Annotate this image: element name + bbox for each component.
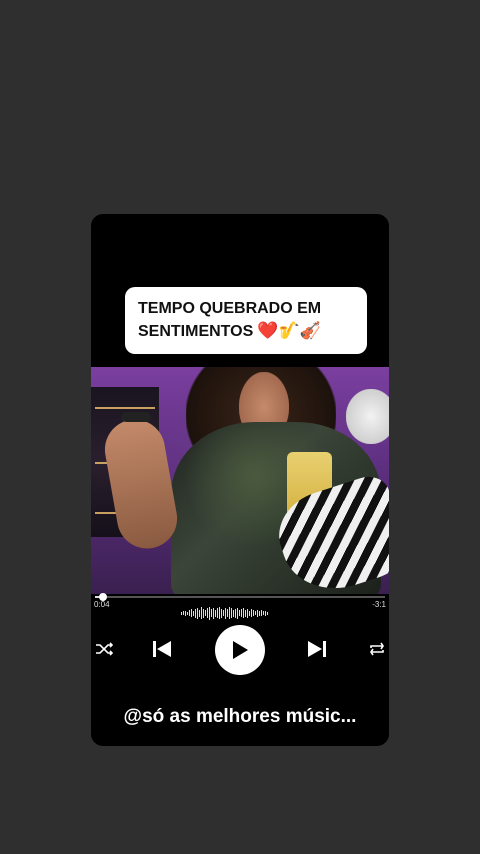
waveform-bar bbox=[237, 607, 238, 619]
waveform-bar bbox=[219, 607, 220, 619]
player-controls bbox=[91, 624, 389, 675]
waveform-bar bbox=[243, 608, 244, 618]
shuffle-icon[interactable] bbox=[94, 639, 114, 659]
waveform-bar bbox=[229, 607, 230, 619]
waveform-bar bbox=[235, 608, 236, 618]
waveform-bar bbox=[181, 611, 182, 615]
waveform-bar bbox=[187, 611, 188, 615]
waveform-bar bbox=[189, 610, 190, 616]
progress-bar[interactable] bbox=[95, 593, 385, 601]
waveform-bar bbox=[193, 610, 194, 616]
waveform-bar bbox=[215, 609, 216, 617]
waveform-bar bbox=[207, 608, 208, 618]
waveform-bar bbox=[263, 611, 264, 615]
waveform-bar bbox=[239, 610, 240, 616]
waveform-bar bbox=[221, 608, 222, 618]
waveform-bar bbox=[191, 609, 192, 617]
video-thumbnail[interactable] bbox=[91, 367, 389, 594]
waveform-bar bbox=[211, 609, 212, 617]
waveform-bar bbox=[253, 610, 254, 616]
play-icon[interactable] bbox=[215, 625, 265, 675]
repeat-icon[interactable] bbox=[367, 639, 387, 659]
caption-line-1: TEMPO QUEBRADO EM bbox=[138, 300, 322, 317]
waveform-bar bbox=[227, 609, 228, 617]
waveform-bar bbox=[197, 607, 198, 619]
waveform-bar bbox=[217, 608, 218, 618]
waveform-bar bbox=[265, 610, 266, 616]
waveform-bar bbox=[249, 610, 250, 616]
waveform-bar bbox=[203, 608, 204, 618]
next-icon[interactable] bbox=[306, 638, 328, 660]
waveform-bar bbox=[241, 609, 242, 617]
waveform-bar bbox=[213, 607, 214, 619]
waveform-bar bbox=[199, 609, 200, 617]
waveform-bar bbox=[261, 610, 262, 616]
waveform-bar bbox=[209, 606, 210, 620]
waveform-bar bbox=[205, 610, 206, 616]
previous-icon[interactable] bbox=[151, 638, 173, 660]
waveform-bar bbox=[259, 610, 260, 616]
channel-handle: @só as melhores músic... bbox=[123, 706, 357, 727]
waveform-bar bbox=[247, 608, 248, 618]
current-time: 0:04 bbox=[94, 600, 110, 609]
waveform-bar bbox=[201, 607, 202, 619]
waveform-bar bbox=[267, 611, 268, 615]
microphone bbox=[121, 412, 151, 422]
waveform-bar bbox=[245, 609, 246, 617]
music-story-card: TEMPO QUEBRADO EM SENTIMENTOS ❤️🎷🎻 0:04 -… bbox=[91, 214, 389, 746]
waveform-bar bbox=[257, 609, 258, 617]
waveform bbox=[181, 606, 301, 620]
caption-line-2: SENTIMENTOS ❤️🎷🎻 bbox=[138, 320, 355, 343]
waveform-bar bbox=[225, 607, 226, 619]
waveform-bar bbox=[251, 609, 252, 617]
caption-line-2-text: SENTIMENTOS bbox=[138, 323, 254, 340]
waveform-bar bbox=[185, 610, 186, 616]
remaining-time: -3:1 bbox=[372, 600, 386, 609]
drum bbox=[346, 389, 389, 444]
caption-bubble: TEMPO QUEBRADO EM SENTIMENTOS ❤️🎷🎻 bbox=[125, 287, 367, 354]
waveform-bar bbox=[233, 609, 234, 617]
waveform-bar bbox=[255, 611, 256, 615]
caption-emojis: ❤️🎷🎻 bbox=[257, 321, 321, 340]
waveform-bar bbox=[231, 608, 232, 618]
waveform-bar bbox=[223, 610, 224, 616]
waveform-bar bbox=[195, 608, 196, 618]
waveform-bar bbox=[183, 611, 184, 615]
